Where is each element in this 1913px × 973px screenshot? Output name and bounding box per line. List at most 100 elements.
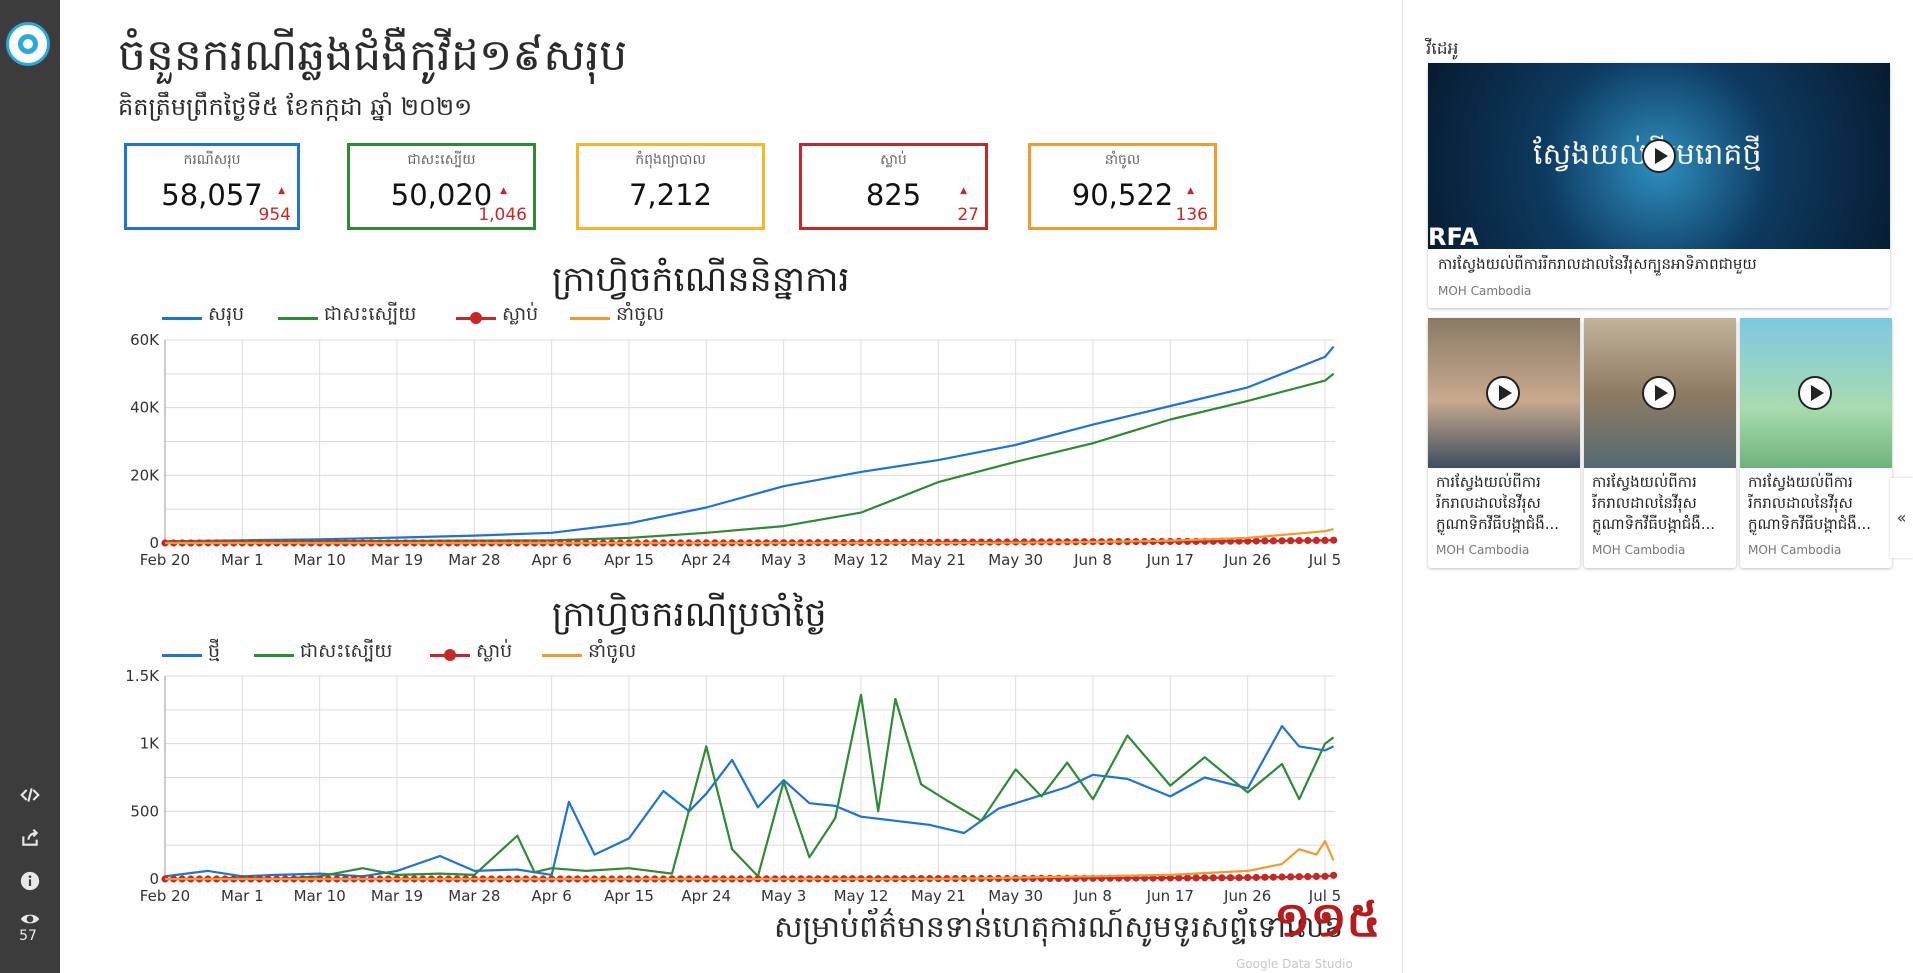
x-tick-label: Mar 28 (448, 887, 500, 905)
video-card[interactable]: ការស្វែងយល់ពីការរីករាលដាលនៃវីរុសក្លូណាទិ… (1740, 318, 1892, 568)
video-title[interactable]: ការស្វែងយល់ពីការរីករាលដាលនៃវីរុសក្លូណាទិ… (1592, 472, 1730, 535)
x-tick-label: Mar 19 (371, 887, 423, 905)
video-channel: MOH Cambodia (1438, 284, 1532, 298)
video-card[interactable]: ការស្វែងយល់ពីការរីករាលដាលនៃវីរុសក្លូណាទិ… (1428, 318, 1580, 568)
featured-video-card[interactable]: ស្វែងយល់ពីមេរោគថ្មី RFA ការស្វែងយល់ពីការ… (1428, 63, 1890, 308)
play-icon[interactable] (1798, 376, 1832, 410)
data-point (1192, 874, 1200, 882)
x-tick-label: Feb 20 (140, 887, 190, 905)
collapse-panel-button[interactable]: « (1890, 478, 1913, 558)
x-tick-label: Jun 26 (1223, 887, 1271, 905)
x-tick-label: Apr 6 (532, 551, 572, 569)
data-point (1295, 873, 1303, 881)
x-tick-label: Mar 1 (221, 551, 264, 569)
stat-delta: 954 (258, 205, 291, 225)
video-title[interactable]: ការស្វែងយល់ពីការរីករាលដាលនៃវីរុសក្បួនអាទ… (1438, 255, 1882, 277)
video-channel: MOH Cambodia (1592, 543, 1686, 557)
info-icon[interactable] (15, 866, 45, 896)
featured-video-thumbnail[interactable]: ស្វែងយល់ពីមេរោគថ្មី RFA (1428, 63, 1890, 249)
play-icon[interactable] (1642, 376, 1676, 410)
page-subtitle: គិតត្រឹមព្រឹកថ្ងៃទី៥ ខែកក្កដា ឆ្នាំ ២០២១ (118, 93, 473, 121)
x-tick-label: Jun 8 (1073, 887, 1112, 905)
data-point (1252, 537, 1260, 545)
stat-card-active: កំពុងព្យាបាល 7,212 (576, 143, 765, 230)
y-tick-label: 0 (149, 534, 159, 552)
data-point (1312, 872, 1320, 880)
data-point (1278, 537, 1286, 545)
data-point (1304, 873, 1312, 881)
stat-delta: 1,046 (478, 205, 527, 225)
stat-label: ស្លាប់ (880, 152, 907, 168)
embed-code-icon[interactable] (15, 780, 45, 810)
data-point (1261, 537, 1269, 545)
data-point (1312, 536, 1320, 544)
stat-label: ករណីសរុប (183, 152, 241, 168)
x-tick-label: May 30 (988, 551, 1043, 569)
series-line (165, 693, 1335, 881)
stat-card-imported: នាំចូល 90,522 ▲ 136 (1028, 143, 1217, 230)
ministry-logo[interactable] (6, 22, 50, 66)
x-tick-label: May 21 (911, 551, 966, 569)
view-count: 57 (19, 928, 37, 944)
stat-card-total: ករណីសរុប 58,057 ▲ 954 (124, 143, 300, 230)
video-thumbnail[interactable] (1740, 318, 1892, 468)
x-tick-label: May 12 (834, 551, 889, 569)
x-tick-label: May 12 (834, 887, 889, 905)
stat-value: 7,212 (628, 178, 713, 212)
daily-legend: ថ្មី ជាសះស្បើយ ស្លាប់ នាំចូល (162, 640, 762, 667)
data-point (1244, 874, 1252, 882)
data-point (1261, 873, 1269, 881)
x-tick-label: May 3 (761, 887, 806, 905)
x-tick-label: Jun 26 (1223, 551, 1271, 569)
data-point (1287, 537, 1295, 545)
y-tick-label: 60K (130, 331, 160, 349)
data-point (1269, 537, 1277, 545)
series-line (164, 372, 1335, 543)
increase-arrow-icon: ▲ (278, 186, 285, 196)
stat-label: នាំចូល (1104, 152, 1141, 168)
data-point (1046, 874, 1054, 882)
data-point (1278, 873, 1286, 881)
video-thumbnail[interactable] (1584, 318, 1736, 468)
x-tick-label: Mar 19 (371, 551, 423, 569)
video-channel: MOH Cambodia (1436, 543, 1530, 557)
video-thumbnail[interactable] (1428, 318, 1580, 468)
data-point (1252, 873, 1260, 882)
x-tick-label: Jul 5 (1308, 551, 1341, 569)
left-rail: 57 (0, 0, 60, 973)
data-point (1226, 874, 1235, 882)
y-tick-label: 40K (130, 399, 160, 417)
x-tick-label: Jun 8 (1073, 551, 1112, 569)
data-point (1183, 874, 1192, 882)
data-point (1235, 874, 1243, 882)
panel-divider (1402, 0, 1403, 973)
daily-chart-title: ក្រាហ្វិចករណីប្រចាំថ្ងៃ (552, 595, 827, 635)
y-tick-label: 1K (140, 735, 161, 753)
page-title: ចំនួនករណីឆ្លងជំងឺកូវីដ១៩សរុប (118, 30, 628, 81)
x-tick-label: Mar 10 (294, 551, 346, 569)
x-tick-label: Apr 15 (604, 887, 654, 905)
daily-chart: 0 500 1K 1.5K Feb 20 Mar 1 Mar 10 Mar 19 Mar 28 A… (125, 667, 1341, 905)
data-point (1330, 871, 1338, 879)
data-point (1201, 874, 1209, 882)
video-title[interactable]: ការស្វែងយល់ពីការរីករាលដាលនៃវីរុសក្លូណាទិ… (1436, 472, 1574, 535)
data-point (1321, 536, 1329, 544)
data-point (1330, 536, 1338, 544)
share-icon[interactable] (15, 823, 45, 853)
y-tick-label: 20K (130, 466, 160, 484)
increase-arrow-icon: ▲ (1187, 186, 1194, 196)
dashboard: 57 ចំនួនករណីឆ្លងជំងឺកូវីដ១៩សរុប គិតត្រឹម… (0, 0, 1913, 973)
stat-card-deaths: ស្លាប់ 825 ▲ 27 (799, 143, 988, 230)
x-tick-label: Mar 28 (448, 551, 500, 569)
stat-delta: 136 (1175, 205, 1208, 225)
rfa-logo: RFA (1428, 223, 1479, 249)
y-tick-label: 0 (149, 870, 159, 888)
play-icon[interactable] (1642, 139, 1676, 173)
video-title[interactable]: ការស្វែងយល់ពីការរីករាលដាលនៃវីរុសក្លូណាទិ… (1748, 472, 1886, 535)
y-tick-label: 1.5K (125, 667, 160, 685)
x-tick-label: Feb 20 (140, 551, 190, 569)
play-icon[interactable] (1486, 376, 1520, 410)
video-card[interactable]: ការស្វែងយល់ពីការរីករាលដាលនៃវីរុសក្លូណាទិ… (1584, 318, 1736, 568)
data-point (1295, 537, 1303, 545)
x-tick-label: May 21 (911, 887, 966, 905)
